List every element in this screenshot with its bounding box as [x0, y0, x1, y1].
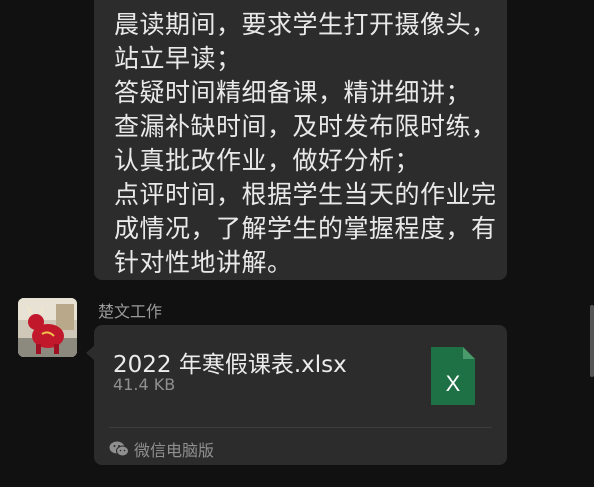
file-name: 2022 年寒假课表.xlsx — [113, 352, 347, 378]
file-size: 41.4 KB — [113, 375, 176, 394]
avatar-image — [18, 298, 77, 357]
message-line: 成情况，了解学生的掌握程度，有 — [114, 214, 497, 243]
message-line: 点评时间，根据学生当天的作业完 — [114, 180, 497, 209]
message-line: 晨读期间，要求学生打开摄像头， — [114, 10, 497, 39]
message-line: 站立早读； — [114, 44, 242, 73]
message-line: 认真批改作业，做好分析； — [114, 146, 421, 175]
message-line: 针对性地讲解。 — [114, 248, 293, 277]
divider — [109, 427, 492, 428]
file-message-bubble[interactable]: 2022 年寒假课表.xlsx 41.4 KB X 微信电脑版 — [94, 325, 507, 465]
svg-text:X: X — [446, 371, 461, 396]
scrollbar[interactable] — [590, 305, 594, 377]
file-source: 微信电脑版 — [109, 437, 214, 461]
message-line: 查漏补缺时间，及时发布限时练， — [114, 112, 497, 141]
avatar[interactable] — [18, 298, 77, 357]
wechat-icon — [109, 441, 129, 457]
message-line: 答疑时间精细备课，精讲细讲； — [114, 78, 472, 107]
source-label: 微信电脑版 — [134, 441, 215, 460]
sender-name: 楚文工作 — [98, 302, 163, 321]
excel-file-icon: X — [431, 347, 475, 405]
text-message-bubble[interactable]: 晨读期间，要求学生打开摄像头， 站立早读； 答疑时间精细备课，精讲细讲； 查漏补… — [94, 0, 507, 280]
